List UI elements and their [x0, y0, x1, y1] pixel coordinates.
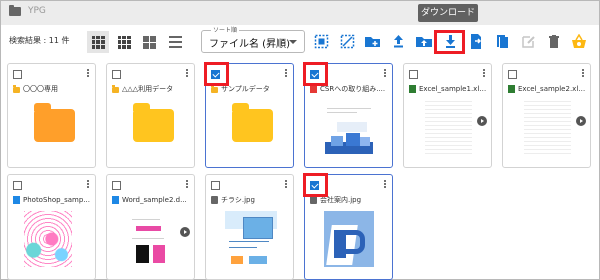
folder-thumbnail-icon — [133, 103, 174, 142]
next-arrow-icon[interactable] — [576, 116, 586, 126]
file-name: CSRへの取り組み.... — [320, 85, 386, 93]
new-folder-button[interactable] — [363, 32, 381, 50]
more-menu-icon[interactable] — [284, 179, 287, 190]
share-icon — [471, 33, 482, 49]
sort-select[interactable]: ソート順 ファイル名 (昇順) — [201, 25, 305, 53]
file-browser-window: YPG ダウンロード 検索結果 : 11 件 ソート順 ファイル名 (昇順) 〇… — [0, 0, 600, 280]
select-all-icon — [314, 34, 328, 48]
folder-thumbnail-icon — [34, 103, 75, 142]
file-card-1[interactable]: △△△利用データ — [106, 63, 195, 168]
new-folder-icon — [364, 37, 380, 47]
checkbox-highlight — [204, 62, 229, 86]
sort-label: ソート順 — [211, 25, 240, 34]
folder-icon — [211, 85, 218, 93]
excel-icon — [508, 85, 515, 93]
more-menu-icon[interactable] — [581, 68, 584, 79]
more-menu-icon[interactable] — [185, 179, 188, 190]
small-grid-icon — [117, 35, 131, 49]
company-guide-thumbnail — [324, 211, 374, 267]
csr-report-thumbnail — [323, 100, 375, 156]
list-view-button[interactable] — [164, 31, 186, 53]
small-grid-view-button[interactable] — [113, 31, 135, 53]
checkbox-highlight — [303, 173, 328, 197]
folder-icon — [13, 85, 20, 93]
basket-icon — [572, 33, 586, 48]
edit-button[interactable] — [519, 32, 537, 50]
toolbar: 検索結果 : 11 件 ソート順 ファイル名 (昇順) — [1, 25, 599, 59]
file-card-6[interactable]: PhotoShop_samp... — [7, 174, 96, 280]
delete-icon — [549, 34, 559, 48]
file-card-5[interactable]: Excel_sample2.xlsx — [502, 63, 591, 168]
download-tooltip: ダウンロード — [418, 4, 478, 22]
checkbox[interactable] — [13, 70, 22, 79]
photoshop-thumbnail — [24, 211, 72, 267]
more-menu-icon[interactable] — [482, 68, 485, 79]
more-menu-icon[interactable] — [383, 68, 386, 79]
flyer-thumbnail — [225, 211, 277, 267]
file-card-8[interactable]: チラシ.jpg — [205, 174, 294, 280]
file-name: PhotoShop_samp... — [23, 196, 90, 204]
folder-thumbnail-icon — [232, 103, 273, 142]
edit-icon — [521, 35, 535, 48]
deselect-button[interactable] — [338, 32, 356, 50]
next-arrow-icon[interactable] — [180, 227, 190, 237]
file-card-4[interactable]: Excel_sample1.xlsx — [403, 63, 492, 168]
pdf-icon — [310, 85, 317, 93]
copy-button[interactable] — [493, 32, 511, 50]
checkbox[interactable] — [13, 181, 22, 190]
image-icon — [310, 196, 317, 204]
delete-button[interactable] — [545, 32, 563, 50]
medium-grid-view-button[interactable] — [138, 31, 160, 53]
file-name: チラシ.jpg — [221, 196, 255, 204]
large-grid-view-button[interactable] — [87, 31, 109, 53]
folder-upload-button[interactable] — [415, 32, 433, 50]
word-document-thumbnail — [128, 211, 173, 267]
file-name: Excel_sample1.xlsx — [419, 85, 487, 93]
folder-upload-icon — [416, 36, 432, 47]
large-grid-icon — [91, 35, 105, 49]
more-menu-icon[interactable] — [86, 179, 89, 190]
checkbox[interactable] — [211, 181, 220, 190]
deselect-icon — [340, 34, 354, 48]
word-icon — [112, 196, 119, 204]
checkbox[interactable] — [508, 70, 517, 79]
sort-value: ファイル名 (昇順) — [209, 39, 290, 50]
more-menu-icon[interactable] — [86, 68, 89, 79]
excel-thumbnail — [524, 98, 571, 154]
breadcrumb-text[interactable]: YPG — [28, 6, 46, 16]
next-arrow-icon[interactable] — [477, 116, 487, 126]
folder-icon — [9, 5, 21, 16]
image-icon — [211, 196, 218, 204]
file-name: Word_sample2.d... — [122, 196, 187, 204]
checkbox[interactable] — [409, 70, 418, 79]
breadcrumb: YPG ダウンロード — [1, 1, 599, 25]
excel-icon — [409, 85, 416, 93]
chevron-down-icon — [289, 40, 297, 44]
search-result-count: 検索結果 : 11 件 — [9, 36, 70, 45]
checkbox-highlight — [303, 62, 328, 86]
file-name: 〇〇〇専用 — [23, 85, 58, 93]
share-button[interactable] — [467, 32, 485, 50]
list-icon — [168, 36, 182, 48]
medium-grid-icon — [142, 35, 156, 49]
more-menu-icon[interactable] — [185, 68, 188, 79]
more-menu-icon[interactable] — [284, 68, 287, 79]
download-highlight — [434, 30, 465, 54]
more-menu-icon[interactable] — [383, 179, 386, 190]
file-name: △△△利用データ — [122, 85, 174, 93]
file-card-7[interactable]: Word_sample2.d... — [106, 174, 195, 280]
upload-button[interactable] — [389, 32, 407, 50]
excel-thumbnail — [425, 98, 472, 154]
copy-icon — [496, 34, 508, 48]
upload-icon — [393, 35, 403, 48]
checkbox[interactable] — [112, 181, 121, 190]
checkbox[interactable] — [112, 70, 121, 79]
select-all-button[interactable] — [312, 32, 330, 50]
document-icon — [13, 196, 20, 204]
file-card-0[interactable]: 〇〇〇専用 — [7, 63, 96, 168]
folder-icon — [112, 85, 119, 93]
file-name: Excel_sample2.xlsx — [518, 85, 586, 93]
basket-button[interactable] — [570, 32, 588, 50]
